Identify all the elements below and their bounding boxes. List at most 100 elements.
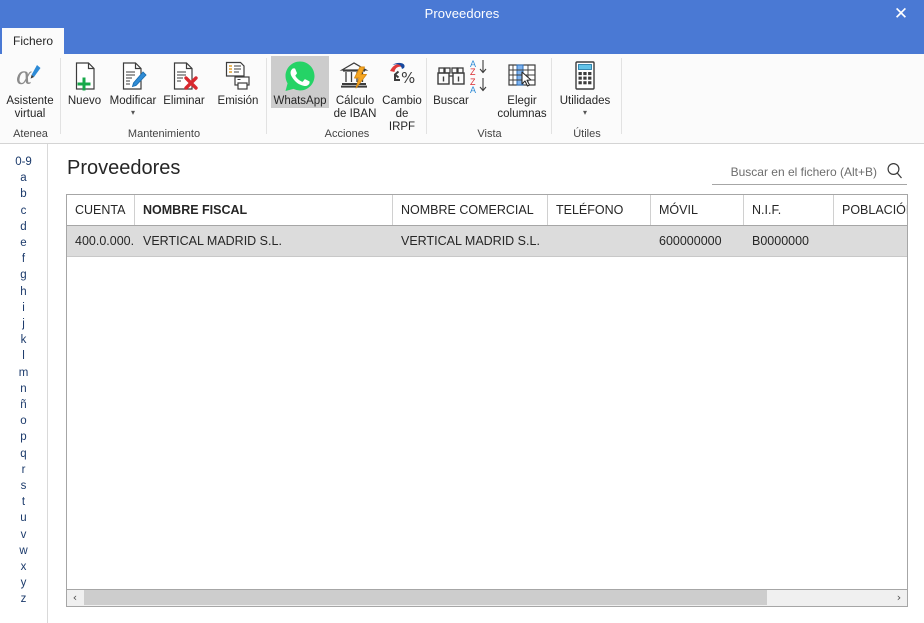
alpha-index-h[interactable]: h [0, 284, 47, 300]
grid-cell-nombre_comercial: VERTICAL MADRID S.L. [401, 234, 540, 248]
svg-text:%: % [401, 69, 415, 87]
ribbon-group-label-vista: Vista [477, 128, 502, 140]
close-icon[interactable]: ✕ [878, 0, 924, 28]
grid-column-header-nif[interactable]: N.I.F. [744, 195, 834, 225]
alpha-index-ñ[interactable]: ñ [0, 397, 47, 413]
elegir-columnas-button-label: Elegir columnas [497, 95, 547, 120]
cambio-de-irpf-button[interactable]: % Cambio de IRPF [379, 56, 425, 134]
alpha-index-m[interactable]: m [0, 365, 47, 381]
utilidades-button[interactable]: Utilidades ▾ [556, 56, 614, 117]
table-row[interactable]: 400.0.000... VERTICAL MADRID S.L. VERTICAL… [67, 226, 907, 257]
alpha-pen-icon: α [0, 59, 60, 93]
alpha-index-t[interactable]: t [0, 494, 47, 510]
application-window: Proveedores ✕ Fichero α Asistente virtual A… [0, 0, 924, 623]
asistente-virtual-button[interactable]: α Asistente virtual [0, 56, 60, 121]
ribbon-group-utiles: Utilidades ▾ Útiles [552, 54, 622, 142]
data-grid: CUENTA NOMBRE FISCAL NOMBRE COMERCIAL TELÉF… [66, 194, 908, 590]
document-x-icon [159, 59, 209, 93]
ribbon-group-label-atenea: Atenea [13, 128, 48, 140]
group-separator [621, 58, 622, 134]
modificar-button[interactable]: Modificar ▾ [107, 56, 159, 117]
alpha-index-b[interactable]: b [0, 186, 47, 202]
alpha-index-p[interactable]: p [0, 429, 47, 445]
horizontal-scrollbar[interactable]: ‹ › [66, 590, 908, 607]
ribbon-group-vista: Buscar A Z Z A Elegir columnas Vista [427, 54, 552, 142]
grid-column-header-nombre_fiscal[interactable]: NOMBRE FISCAL [135, 195, 393, 225]
binoculars-icon [428, 59, 474, 93]
emision-button[interactable]: Emisión [213, 56, 263, 108]
grid-cell-cuenta: 400.0.000... [75, 234, 135, 248]
grid-cell-nombre_fiscal: VERTICAL MADRID S.L. [143, 234, 282, 248]
grid-column-header-telefono[interactable]: TELÉFONO [548, 195, 651, 225]
alpha-index-q[interactable]: q [0, 446, 47, 462]
scroll-right-arrow-icon[interactable]: › [891, 590, 907, 605]
whatsapp-button-label: WhatsApp [273, 95, 327, 107]
alpha-index-r[interactable]: r [0, 462, 47, 478]
svg-text:A: A [470, 85, 476, 95]
ribbon-group-acciones: WhatsApp Cálculo de IBAN% Cambio de IRPF Acci… [267, 54, 427, 142]
grid-cell-movil: 600000000 [659, 234, 722, 248]
ribbon-group-atenea: α Asistente virtual Atenea [0, 54, 61, 142]
search-box [712, 160, 907, 185]
grid-column-header-movil[interactable]: MÓVIL [651, 195, 744, 225]
tab-fichero[interactable]: Fichero [2, 28, 64, 54]
alpha-index-x[interactable]: x [0, 559, 47, 575]
calculo-de-iban-button-label: Cálculo de IBAN [333, 95, 377, 120]
buscar-button[interactable]: Buscar [428, 56, 474, 108]
search-icon[interactable] [885, 161, 905, 181]
choose-columns-icon [494, 59, 550, 93]
grid-column-header-cuenta[interactable]: CUENTA [67, 195, 135, 225]
alpha-index-w[interactable]: w [0, 543, 47, 559]
alphabet-index-sidebar: 0-9 a b c d e f g h i j k l m n ñ o p q r s t u v w x y z [0, 144, 48, 623]
alpha-index-d[interactable]: d [0, 219, 47, 235]
title-bar: Proveedores ✕ [0, 0, 924, 28]
alpha-index-n[interactable]: n [0, 381, 47, 397]
grid-column-header-poblacion[interactable]: POBLACIÓN [834, 195, 907, 225]
chevron-down-icon[interactable]: ▾ [556, 109, 614, 117]
document-pencil-icon [107, 59, 159, 93]
irpf-percent-icon: % [379, 59, 425, 93]
ribbon-group-label-utiles: Útiles [573, 128, 601, 140]
svg-text:Z: Z [470, 67, 476, 77]
alpha-index-0to9[interactable]: 0-9 [0, 154, 47, 170]
ribbon-group-label-acciones: Acciones [324, 128, 370, 140]
scroll-left-arrow-icon[interactable]: ‹ [67, 590, 83, 605]
grid-cell-telefono [548, 226, 651, 256]
alpha-index-v[interactable]: v [0, 527, 47, 543]
buscar-button-label: Buscar [433, 95, 469, 107]
alpha-index-z[interactable]: z [0, 591, 47, 607]
alpha-index-g[interactable]: g [0, 267, 47, 283]
nuevo-button[interactable]: Nuevo [62, 56, 107, 108]
alpha-index-u[interactable]: u [0, 510, 47, 526]
grid-body[interactable]: 400.0.000... VERTICAL MADRID S.L. VERTICAL… [67, 226, 907, 589]
scrollbar-thumb[interactable] [84, 590, 767, 605]
eliminar-button[interactable]: Eliminar [159, 56, 209, 108]
alpha-index-s[interactable]: s [0, 478, 47, 494]
alpha-index-e[interactable]: e [0, 235, 47, 251]
document-plus-icon [62, 59, 107, 93]
grid-cell-poblacion [834, 226, 907, 256]
elegir-columnas-button[interactable]: Elegir columnas [494, 56, 550, 121]
grid-column-header-nombre_comercial[interactable]: NOMBRE COMERCIAL [393, 195, 548, 225]
whatsapp-button[interactable]: WhatsApp [271, 56, 329, 108]
alpha-index-l[interactable]: l [0, 348, 47, 364]
utilidades-button-label: Utilidades [559, 95, 611, 107]
alpha-index-k[interactable]: k [0, 332, 47, 348]
calculo-de-iban-button[interactable]: Cálculo de IBAN [330, 56, 380, 121]
alpha-index-y[interactable]: y [0, 575, 47, 591]
ordenar-button[interactable]: AZZA [469, 56, 497, 95]
svg-text:α: α [16, 62, 32, 90]
alpha-index-f[interactable]: f [0, 251, 47, 267]
alpha-index-j[interactable]: j [0, 316, 47, 332]
grid-header-row: CUENTA NOMBRE FISCAL NOMBRE COMERCIAL TELÉF… [67, 195, 907, 226]
ribbon-group-label-mantenimiento: Mantenimiento [127, 128, 201, 140]
alpha-index-o[interactable]: o [0, 413, 47, 429]
alpha-index-a[interactable]: a [0, 170, 47, 186]
window-title: Proveedores [424, 6, 500, 21]
alpha-index-i[interactable]: i [0, 300, 47, 316]
search-input[interactable] [712, 160, 881, 183]
alpha-index-c[interactable]: c [0, 203, 47, 219]
calculator-icon [556, 59, 614, 93]
nuevo-button-label: Nuevo [67, 95, 102, 107]
chevron-down-icon[interactable]: ▾ [107, 109, 159, 117]
